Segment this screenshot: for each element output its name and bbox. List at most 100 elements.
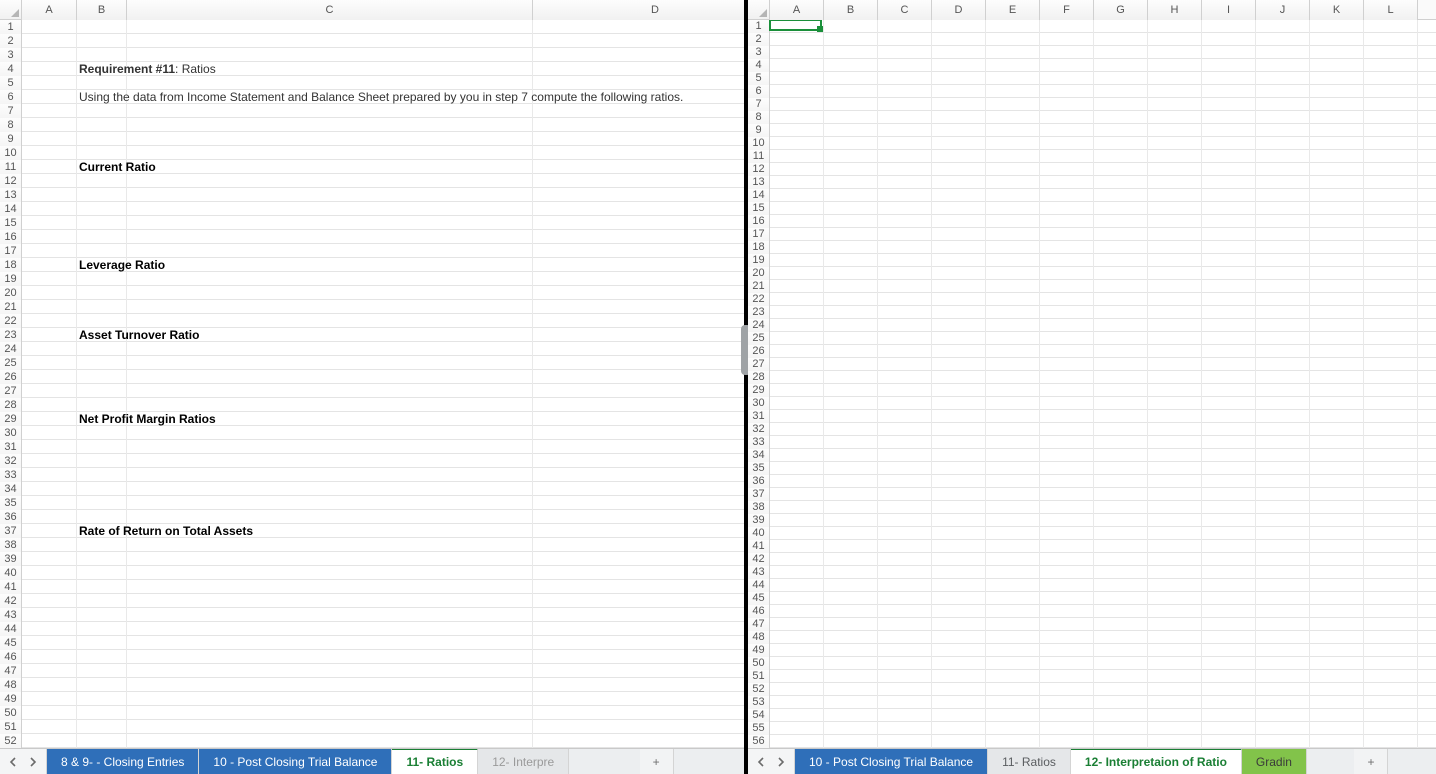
cell-J32[interactable]: [1256, 423, 1310, 436]
cell-B26[interactable]: [824, 345, 878, 358]
col-header-D[interactable]: D: [533, 0, 744, 20]
cell-G8[interactable]: [1094, 111, 1148, 124]
cell-F29[interactable]: [1040, 384, 1094, 397]
cell-I14[interactable]: [1202, 189, 1256, 202]
cell-D35[interactable]: [932, 462, 986, 475]
row-header-15[interactable]: 15: [0, 216, 22, 230]
cell-A40[interactable]: [770, 527, 824, 540]
row-header-42[interactable]: 42: [748, 553, 770, 566]
cell-I19[interactable]: [1202, 254, 1256, 267]
cell-A27[interactable]: [22, 384, 77, 398]
cell-L34[interactable]: [1364, 449, 1418, 462]
cell-G15[interactable]: [1094, 202, 1148, 215]
cell-I4[interactable]: [1202, 59, 1256, 72]
cell-J54[interactable]: [1256, 709, 1310, 722]
cell-C45[interactable]: [127, 636, 533, 650]
cell-B23[interactable]: Asset Turnover Ratio: [77, 328, 127, 342]
cell-I53[interactable]: [1202, 696, 1256, 709]
cell-G52[interactable]: [1094, 683, 1148, 696]
row-header-6[interactable]: 6: [748, 85, 770, 98]
cell-I43[interactable]: [1202, 566, 1256, 579]
cell-F3[interactable]: [1040, 46, 1094, 59]
cell-K2[interactable]: [1310, 33, 1364, 46]
cell-A13[interactable]: [22, 188, 77, 202]
cell-F24[interactable]: [1040, 319, 1094, 332]
cell-D10[interactable]: [932, 137, 986, 150]
cell-J19[interactable]: [1256, 254, 1310, 267]
cell-J24[interactable]: [1256, 319, 1310, 332]
cell-L27[interactable]: [1364, 358, 1418, 371]
cell-C8[interactable]: [127, 118, 533, 132]
cell-L11[interactable]: [1364, 150, 1418, 163]
cell-J50[interactable]: [1256, 657, 1310, 670]
cell-K23[interactable]: [1310, 306, 1364, 319]
cell-G55[interactable]: [1094, 722, 1148, 735]
row-header-46[interactable]: 46: [0, 650, 22, 664]
col-header-E[interactable]: E: [986, 0, 1040, 20]
col-header-I[interactable]: I: [1202, 0, 1256, 20]
cell-F16[interactable]: [1040, 215, 1094, 228]
cell-H34[interactable]: [1148, 449, 1202, 462]
cell-A9[interactable]: [770, 124, 824, 137]
cell-D24[interactable]: [932, 319, 986, 332]
cell-K43[interactable]: [1310, 566, 1364, 579]
cell-K16[interactable]: [1310, 215, 1364, 228]
row-header-38[interactable]: 38: [748, 501, 770, 514]
cell-L48[interactable]: [1364, 631, 1418, 644]
row-header-20[interactable]: 20: [748, 267, 770, 280]
cell-C21[interactable]: [878, 280, 932, 293]
cell-D47[interactable]: [533, 664, 744, 678]
cell-B25[interactable]: [824, 332, 878, 345]
cell-D13[interactable]: [932, 176, 986, 189]
cell-D50[interactable]: [932, 657, 986, 670]
cell-H3[interactable]: [1148, 46, 1202, 59]
cell-C9[interactable]: [127, 132, 533, 146]
row-header-36[interactable]: 36: [748, 475, 770, 488]
cell-F19[interactable]: [1040, 254, 1094, 267]
cell-G35[interactable]: [1094, 462, 1148, 475]
cell-A29[interactable]: [22, 412, 77, 426]
cell-B49[interactable]: [824, 644, 878, 657]
cell-D23[interactable]: [533, 328, 744, 342]
cell-L19[interactable]: [1364, 254, 1418, 267]
row-header-5[interactable]: 5: [748, 72, 770, 85]
add-sheet-button[interactable]: +: [640, 749, 674, 774]
cell-I22[interactable]: [1202, 293, 1256, 306]
cell-B9[interactable]: [824, 124, 878, 137]
cell-K28[interactable]: [1310, 371, 1364, 384]
cell-B29[interactable]: Net Profit Margin Ratios: [77, 412, 127, 426]
cell-C10[interactable]: [127, 146, 533, 160]
cell-A5[interactable]: [770, 72, 824, 85]
cell-E34[interactable]: [986, 449, 1040, 462]
cell-K27[interactable]: [1310, 358, 1364, 371]
row-header-31[interactable]: 31: [748, 410, 770, 423]
cell-D33[interactable]: [533, 468, 744, 482]
cell-K48[interactable]: [1310, 631, 1364, 644]
cell-J41[interactable]: [1256, 540, 1310, 553]
cell-J35[interactable]: [1256, 462, 1310, 475]
cell-C16[interactable]: [878, 215, 932, 228]
cell-F55[interactable]: [1040, 722, 1094, 735]
cell-B46[interactable]: [77, 650, 127, 664]
cell-C50[interactable]: [127, 706, 533, 720]
cell-D18[interactable]: [533, 258, 744, 272]
row-header-4[interactable]: 4: [748, 59, 770, 72]
cell-G19[interactable]: [1094, 254, 1148, 267]
cell-L44[interactable]: [1364, 579, 1418, 592]
cell-A3[interactable]: [22, 48, 77, 62]
cell-D4[interactable]: [533, 62, 744, 76]
cell-B21[interactable]: [77, 300, 127, 314]
cell-A47[interactable]: [22, 664, 77, 678]
cell-J46[interactable]: [1256, 605, 1310, 618]
cell-B14[interactable]: [77, 202, 127, 216]
select-all-corner[interactable]: [748, 0, 770, 19]
cell-A38[interactable]: [22, 538, 77, 552]
cell-A6[interactable]: [22, 90, 77, 104]
cell-C41[interactable]: [127, 580, 533, 594]
cell-H25[interactable]: [1148, 332, 1202, 345]
cell-E13[interactable]: [986, 176, 1040, 189]
cell-D51[interactable]: [533, 720, 744, 734]
cell-L3[interactable]: [1364, 46, 1418, 59]
cell-E48[interactable]: [986, 631, 1040, 644]
add-sheet-button[interactable]: +: [1354, 749, 1388, 774]
